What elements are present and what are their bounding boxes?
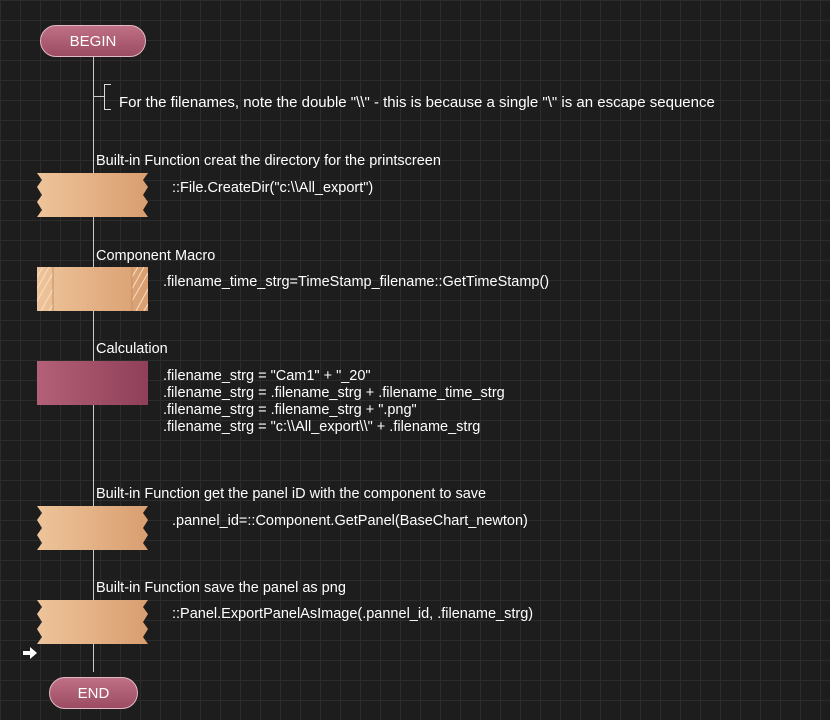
step-3-code-line-3[interactable]: .filename_strg = .filename_strg + ".png" xyxy=(163,402,417,419)
builtin-function-icon[interactable] xyxy=(37,506,148,550)
builtin-function-icon[interactable] xyxy=(37,600,148,644)
step-1-type-label: Built-in Function creat the directory fo… xyxy=(96,153,441,169)
current-step-arrow-icon xyxy=(23,647,37,659)
step-2-code[interactable]: .filename_time_strg=TimeStamp_filename::… xyxy=(163,274,549,291)
step-3-code-line-2[interactable]: .filename_strg = .filename_strg + .filen… xyxy=(163,385,505,402)
comment-text[interactable]: For the filenames, note the double "\\" … xyxy=(119,94,715,111)
step-5-code[interactable]: ::Panel.ExportPanelAsImage(.pannel_id, .… xyxy=(172,606,533,623)
step-5-type-label: Built-in Function save the panel as png xyxy=(96,580,346,596)
step-2-type-label: Component Macro xyxy=(96,248,216,264)
step-4-type-label: Built-in Function get the panel iD with … xyxy=(96,486,487,502)
builtin-function-icon[interactable] xyxy=(37,173,148,217)
step-3-code-line-4[interactable]: .filename_strg = "c:\\All_export\\" + .f… xyxy=(163,419,480,436)
step-1-code[interactable]: ::File.CreateDir("c:\\All_export") xyxy=(172,180,373,197)
begin-label: BEGIN xyxy=(69,32,117,50)
comment-connector xyxy=(94,96,104,97)
step-3-type-label: Calculation xyxy=(96,341,168,357)
end-terminal[interactable]: END xyxy=(49,677,138,709)
component-macro-icon[interactable] xyxy=(37,267,148,311)
comment-bracket xyxy=(104,84,111,110)
calculation-icon[interactable] xyxy=(37,361,148,405)
step-3-code-line-1[interactable]: .filename_strg = "Cam1" + "_20" xyxy=(163,368,371,385)
step-4-code[interactable]: .pannel_id=::Component.GetPanel(BaseChar… xyxy=(172,513,528,530)
begin-terminal[interactable]: BEGIN xyxy=(40,25,146,57)
end-label: END xyxy=(77,684,110,702)
